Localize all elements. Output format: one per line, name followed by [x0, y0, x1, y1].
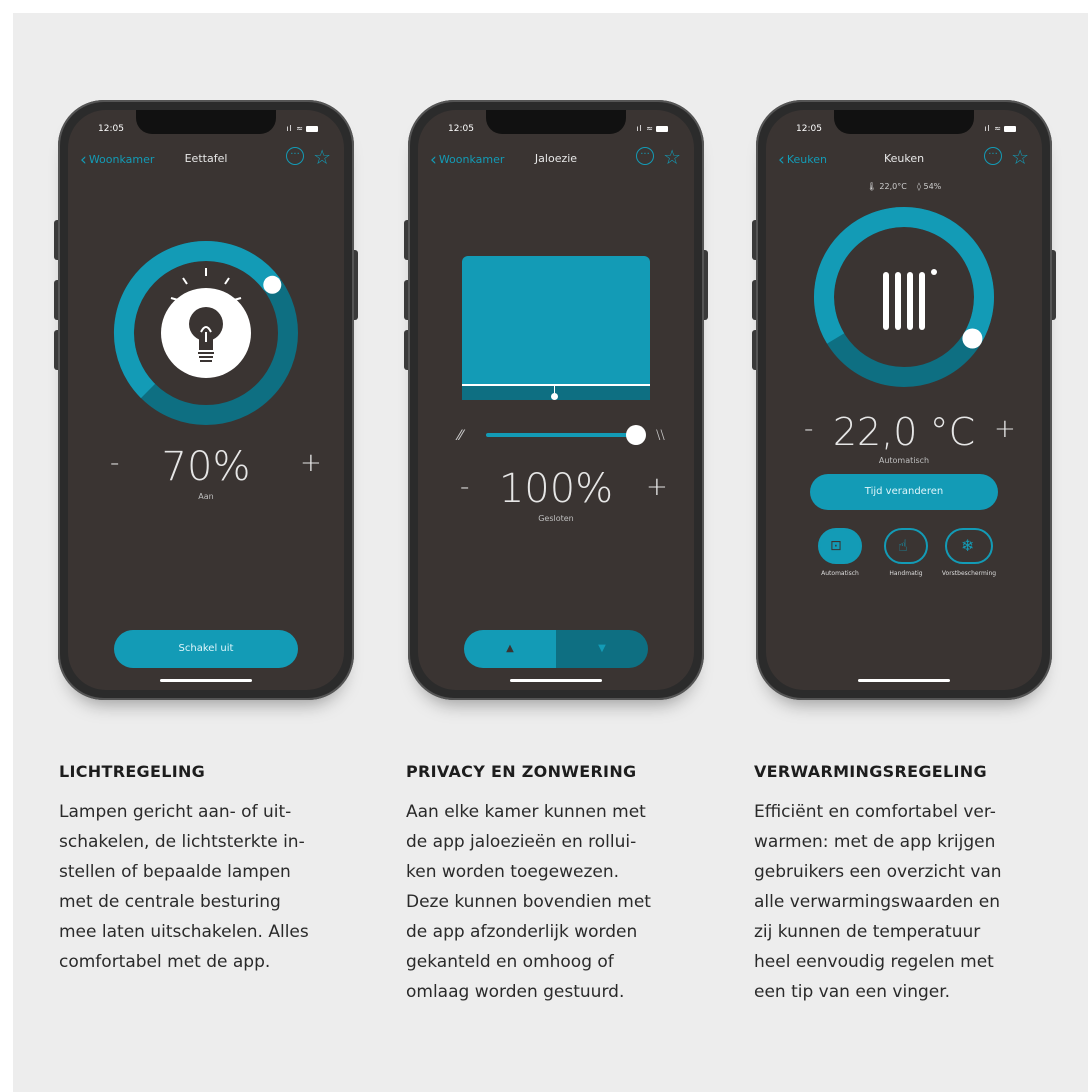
robot-icon: ⊡: [830, 538, 842, 554]
mode-frost-protection[interactable]: ❄ Vorstbescherming: [938, 528, 1000, 577]
slider-track: [486, 433, 636, 437]
mode-label: Handmatig: [889, 570, 923, 577]
snowflake-icon: ❄: [961, 536, 975, 555]
tilt-closed-icon: ⁄⁄: [458, 428, 463, 444]
nav-bar: ‹ Keuken Keuken ··· ☆: [766, 145, 1042, 170]
change-time-button[interactable]: Tijd veranderen: [810, 474, 998, 510]
status-time: 12:05: [796, 124, 822, 134]
mode-label: Automatisch: [821, 570, 859, 577]
status-time: 12:05: [448, 124, 474, 134]
status-time: 12:05: [98, 124, 124, 134]
thermometer-icon: 🌡︎: [866, 182, 877, 191]
home-indicator: [510, 679, 602, 682]
switch-off-button[interactable]: Schakel uit: [114, 630, 298, 668]
section-heading: LICHTREGELING: [59, 762, 206, 781]
home-indicator: [858, 679, 950, 682]
notch: [136, 110, 276, 134]
status-icons: ıl ≈: [286, 124, 318, 133]
increase-button[interactable]: +: [300, 448, 322, 478]
dial-progress-arc: [814, 207, 994, 344]
state-label: Gesloten: [538, 514, 574, 523]
section-heating: VERWARMINGSREGELING Efficiënt en comfort…: [754, 762, 1064, 1007]
blind-up-button[interactable]: ▲: [464, 630, 556, 668]
mode-icon-wrapper: ❄: [945, 528, 993, 564]
tilt-slider[interactable]: [486, 424, 648, 446]
dial-handle[interactable]: [263, 275, 282, 294]
section-body: Lampen gericht aan- of uit- schakelen, d…: [59, 802, 309, 972]
section-body: Efficiënt en comfortabel ver- warmen: me…: [754, 802, 1002, 1002]
increase-button[interactable]: +: [646, 472, 668, 502]
more-options-icon[interactable]: ···: [984, 147, 1002, 165]
temperature-dial[interactable]: [809, 202, 999, 392]
status-icons: ıl ≈: [636, 124, 668, 133]
section-heading: PRIVACY EN ZONWERING: [406, 762, 637, 781]
favorite-star-icon[interactable]: ☆: [663, 145, 681, 169]
dial-handle[interactable]: [962, 328, 983, 349]
section-light: LICHTREGELING Lampen gericht aan- of uit…: [59, 762, 369, 977]
favorite-star-icon[interactable]: ☆: [1011, 145, 1029, 169]
mode-manual[interactable]: ☝ Handmatig: [878, 528, 934, 577]
radiator-icon: [883, 269, 937, 330]
blind-window: [462, 256, 650, 400]
humidity-reading: 54%: [923, 182, 942, 191]
mode-label: Vorstbescherming: [941, 570, 997, 577]
increase-button[interactable]: +: [994, 414, 1016, 444]
blind-down-button[interactable]: ▼: [556, 630, 648, 668]
phone-blinds-control: 12:05 ıl ≈ ‹ Woonkamer Jaloezie ··· ☆ ⁄⁄ …: [404, 100, 708, 700]
temperature-reading: 22,0°C: [879, 182, 907, 191]
more-options-icon[interactable]: ···: [636, 147, 654, 165]
phone-screen: 12:05 ıl ≈ ‹ Keuken Keuken ··· ☆ 🌡︎ 22,0°…: [766, 110, 1042, 690]
mode-icon-wrapper: ⊡: [818, 528, 862, 564]
hand-icon: ☝: [898, 536, 908, 555]
mode-automatic[interactable]: ⊡ Automatisch: [812, 528, 868, 577]
more-options-icon[interactable]: ···: [286, 147, 304, 165]
nav-bar: ‹ Woonkamer Jaloezie ··· ☆: [418, 145, 694, 170]
slider-handle[interactable]: [626, 425, 646, 445]
phone-screen: 12:05 ıl ≈ ‹ Woonkamer Jaloezie ··· ☆ ⁄⁄ …: [418, 110, 694, 690]
phone-screen: 12:05 ıl ≈ ‹ Woonkamer Eettafel ··· ☆ - …: [68, 110, 344, 690]
section-body: Aan elke kamer kunnen met de app jaloezi…: [406, 802, 651, 1002]
section-privacy: PRIVACY EN ZONWERING Aan elke kamer kunn…: [406, 762, 716, 1007]
phone-heating-control: 12:05 ıl ≈ ‹ Keuken Keuken ··· ☆ 🌡︎ 22,0°…: [752, 100, 1056, 700]
phone-light-control: 12:05 ıl ≈ ‹ Woonkamer Eettafel ··· ☆ - …: [54, 100, 358, 700]
status-icons: ıl ≈: [984, 124, 1016, 133]
sensor-readings: 🌡︎ 22,0°C ◊ 54%: [766, 182, 1042, 191]
humidity-drop-icon: ◊: [917, 182, 921, 191]
state-label: Aan: [198, 492, 214, 501]
tilt-open-icon: ⧵⧵: [656, 428, 665, 444]
blind-handle: [551, 393, 558, 400]
nav-bar: ‹ Woonkamer Eettafel ··· ☆: [68, 145, 344, 170]
mode-label: Automatisch: [878, 456, 930, 465]
blind-slat-line: [462, 384, 650, 386]
notch: [486, 110, 626, 134]
favorite-star-icon[interactable]: ☆: [313, 145, 331, 169]
mode-icon-wrapper: ☝: [884, 528, 928, 564]
home-indicator: [160, 679, 252, 682]
notch: [834, 110, 974, 134]
section-heading: VERWARMINGSREGELING: [754, 762, 987, 781]
brightness-dial[interactable]: [111, 238, 301, 428]
